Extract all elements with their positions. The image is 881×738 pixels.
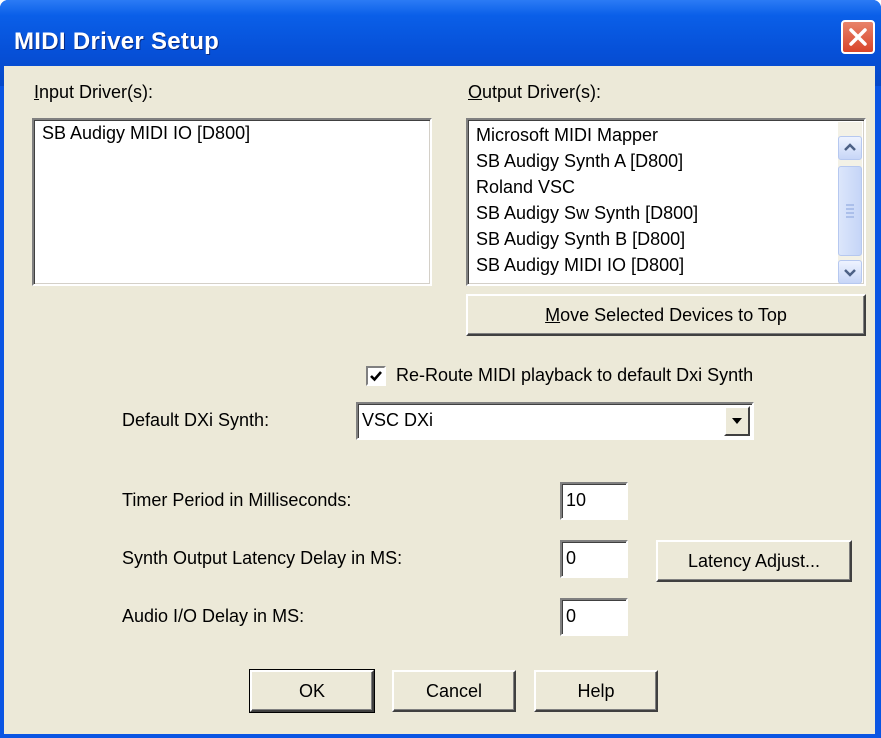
dropdown-arrow-icon <box>732 418 742 424</box>
output-label-text: utput Driver(s): <box>482 82 602 102</box>
close-button[interactable] <box>841 20 875 54</box>
latency-adjust-button[interactable]: Latency Adjust... <box>656 540 852 582</box>
output-drivers-label: Output Driver(s): <box>468 82 601 103</box>
output-scrollbar[interactable] <box>838 122 862 284</box>
ok-button[interactable]: OK <box>249 669 375 713</box>
move-button-text: ove Selected Devices to Top <box>560 305 787 325</box>
list-item[interactable]: SB Audigy MIDI IO [D800] <box>34 120 430 146</box>
chevron-down-icon <box>844 269 856 277</box>
list-item[interactable]: Roland VSC <box>468 174 698 200</box>
checkmark-icon <box>370 371 382 382</box>
scroll-up-button[interactable] <box>838 136 862 160</box>
timer-period-label: Timer Period in Milliseconds: <box>122 490 352 510</box>
window-title: MIDI Driver Setup <box>14 28 220 55</box>
dialog-client-area: Input Driver(s): SB Audigy MIDI IO [D800… <box>4 66 875 734</box>
synth-latency-label: Synth Output Latency Delay in MS: <box>122 548 403 568</box>
reroute-checkbox[interactable] <box>366 366 386 386</box>
list-item[interactable]: Microsoft MIDI Mapper <box>468 122 698 148</box>
input-drivers-label: Input Driver(s): <box>34 82 153 103</box>
cancel-button[interactable]: Cancel <box>392 670 516 712</box>
default-dxi-dropdown[interactable]: VSC DXi <box>356 402 754 440</box>
chevron-up-icon <box>844 143 856 151</box>
audio-delay-input[interactable]: 0 <box>560 598 628 636</box>
default-dxi-value: VSC DXi <box>362 410 434 430</box>
move-button-accelerator: M <box>545 305 561 325</box>
output-drivers-list[interactable]: Microsoft MIDI Mapper SB Audigy Synth A … <box>466 118 866 286</box>
scroll-thumb[interactable] <box>838 166 862 256</box>
dropdown-button[interactable] <box>724 406 750 436</box>
help-button[interactable]: Help <box>534 670 658 712</box>
timer-period-input[interactable]: 10 <box>560 482 628 520</box>
output-items: Microsoft MIDI Mapper SB Audigy Synth A … <box>468 122 698 278</box>
default-dxi-label: Default DXi Synth: <box>122 410 270 430</box>
reroute-label[interactable]: Re-Route MIDI playback to default Dxi Sy… <box>396 365 753 386</box>
list-item[interactable]: SB Audigy Sw Synth [D800] <box>468 200 698 226</box>
scroll-down-button[interactable] <box>838 260 862 284</box>
list-item[interactable]: SB Audigy MIDI IO [D800] <box>468 252 698 278</box>
close-icon <box>849 28 867 46</box>
move-selected-to-top-button[interactable]: Move Selected Devices to Top <box>466 294 866 336</box>
synth-latency-input[interactable]: 0 <box>560 540 628 578</box>
list-item[interactable]: SB Audigy Synth B [D800] <box>468 226 698 252</box>
input-drivers-list[interactable]: SB Audigy MIDI IO [D800] <box>32 118 432 286</box>
output-label-accelerator: O <box>468 82 483 102</box>
dialog-window: MIDI Driver Setup Input Driver(s): SB Au… <box>0 0 881 738</box>
input-label-text: nput Driver(s): <box>39 82 154 102</box>
list-item[interactable]: SB Audigy Synth A [D800] <box>468 148 698 174</box>
grip-icon <box>846 204 854 218</box>
audio-delay-label: Audio I/O Delay in MS: <box>122 606 305 626</box>
